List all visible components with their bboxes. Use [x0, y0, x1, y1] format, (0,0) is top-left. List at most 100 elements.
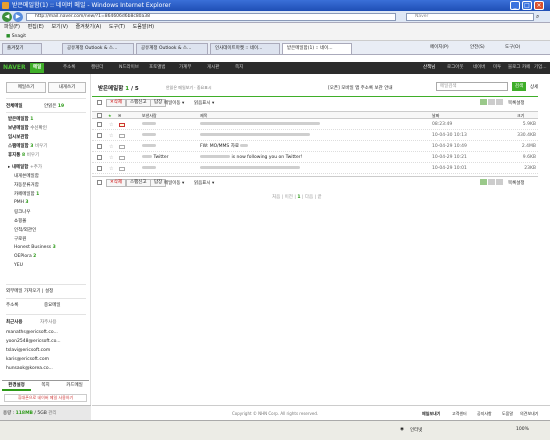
write-mail-button[interactable]: 메일쓰기: [6, 82, 46, 93]
folder-drafts[interactable]: 임시보관함: [8, 134, 29, 140]
select-all-checkbox-bottom[interactable]: [97, 180, 102, 185]
star-icon[interactable]: ☆: [109, 131, 113, 141]
folder-self[interactable]: 내게쓴메일함: [14, 173, 39, 179]
mail-row[interactable]: ☆ 10-04-30 10:13 330.4KB: [92, 131, 538, 141]
search-icon[interactable]: ⌕: [536, 13, 539, 21]
star-icon[interactable]: ☆: [109, 120, 113, 130]
folder-people[interactable]: 인척/외관인: [14, 227, 36, 233]
mail-search-input[interactable]: 메일검색: [436, 82, 508, 91]
folder-trash[interactable]: 휴지통 8 비우기: [8, 152, 39, 158]
mark-dropdown[interactable]: 읽음표시 ▾: [194, 100, 214, 106]
external-mail-link[interactable]: 외부메일 가져오기 | 설정: [6, 288, 53, 294]
minimize-button[interactable]: _: [510, 1, 520, 10]
view-list-icon[interactable]: [480, 99, 487, 105]
close-button[interactable]: ×: [534, 1, 544, 10]
subject[interactable]: is now following you on Twitter!: [200, 153, 302, 163]
star-icon[interactable]: ☆: [109, 153, 113, 163]
recent-contact[interactable]: tslavi@ericsoft.com: [6, 348, 50, 353]
list-settings[interactable]: 목록설정: [508, 100, 525, 106]
prev-page[interactable]: 이전: [285, 195, 293, 200]
gnb-contacts[interactable]: 주소록: [60, 63, 78, 73]
search-input[interactable]: Naver: [406, 13, 534, 21]
quota-link[interactable]: 관리: [48, 411, 56, 416]
maximize-button[interactable]: □: [522, 1, 532, 10]
row-checkbox[interactable]: [97, 144, 102, 149]
folder-cafe[interactable]: 카페메일함 1: [14, 191, 39, 197]
zoom-level[interactable]: 100%: [516, 427, 529, 432]
star-icon[interactable]: ☆: [109, 142, 113, 152]
star-icon[interactable]: ☆: [109, 164, 113, 174]
notice-link[interactable]: [오픈] 모바일 앱 주소록 보관 안내: [328, 85, 392, 91]
more-link[interactable]: 기업...: [531, 63, 550, 73]
footer-help[interactable]: 도움말: [502, 406, 513, 421]
favorites-tab[interactable]: 즐겨찾기: [2, 43, 42, 54]
gnb-note[interactable]: 쪽지: [232, 63, 246, 73]
settings-tab[interactable]: 환경설정: [2, 381, 31, 391]
mail-row[interactable]: ☆ 08:23:49 5.9KB: [92, 120, 538, 130]
gnb-mail[interactable]: 메일: [30, 63, 45, 73]
folder-guro[interactable]: 구로원: [14, 236, 26, 242]
recent-contact[interactable]: karis@ericsoft.com: [6, 357, 49, 362]
tools-menu[interactable]: 도구(O): [505, 44, 520, 50]
spam-button[interactable]: 스팸신고: [126, 99, 151, 107]
important-link[interactable]: 중요메일: [44, 302, 61, 308]
naver-link[interactable]: 네이버: [470, 63, 488, 73]
all-mail-link[interactable]: 전체메일: [6, 103, 23, 109]
recent-contact[interactable]: manaths@ericsoft.co...: [6, 330, 58, 335]
view-split-icon[interactable]: [488, 179, 495, 185]
folder-shopping[interactable]: 쇼핑몰: [14, 218, 26, 224]
row-checkbox[interactable]: [97, 155, 102, 160]
view-wide-icon[interactable]: [496, 99, 503, 105]
detail-search-link[interactable]: 상세: [530, 84, 538, 90]
last-page[interactable]: 끝: [318, 195, 322, 200]
footer-send[interactable]: 메일보내기: [422, 406, 440, 421]
folder-yeu[interactable]: YEU: [14, 263, 23, 268]
gnb-ndrive[interactable]: N드라이브: [116, 63, 142, 73]
move-dropdown[interactable]: 메일이동 ▾: [164, 100, 184, 106]
gnb-board[interactable]: 게시판: [204, 63, 222, 73]
view-list-icon[interactable]: [480, 179, 487, 185]
menu-favorites[interactable]: 즐겨찾기(A): [76, 24, 102, 30]
filter-links[interactable]: 안읽은 메일보기 · 중요표시: [166, 85, 212, 91]
card-tab[interactable]: 카드메일: [60, 381, 89, 391]
col-subject[interactable]: 제목: [200, 112, 207, 119]
logout-link[interactable]: 로그아웃: [444, 63, 467, 73]
delete-button[interactable]: ✕삭제: [106, 99, 127, 107]
address-input[interactable]: http://mail.naver.com/new/?1=864606d6b8c…: [26, 13, 396, 21]
snagit-link[interactable]: Snagit: [12, 34, 26, 39]
footer-notice[interactable]: 공지사항: [477, 406, 492, 421]
row-checkbox[interactable]: [97, 122, 102, 127]
page-menu[interactable]: 페이지(P): [430, 44, 449, 50]
menu-tools[interactable]: 도구(T): [109, 24, 125, 30]
gnb-account[interactable]: 가계부: [176, 63, 194, 73]
folder-inbox[interactable]: 받은메일함 1: [8, 116, 33, 122]
naver-logo[interactable]: NAVER: [3, 64, 26, 72]
mail-row[interactable]: ☆ FW: MO/MMS 자료 10-04-29 10:49 2.4MB: [92, 142, 538, 152]
col-size[interactable]: 크기: [517, 112, 524, 119]
note-tab[interactable]: 쪽지: [31, 381, 60, 391]
subject[interactable]: FW: MO/MMS 자료: [200, 142, 249, 152]
addressbook-link[interactable]: 주소록: [6, 302, 18, 308]
folder-pmh[interactable]: PMH 3: [14, 200, 29, 205]
folder-auto[interactable]: 자동분류거함: [14, 182, 39, 188]
tab-outlook-1[interactable]: 공유계정 Outlook & 스...: [62, 43, 134, 54]
current-page[interactable]: 1: [297, 195, 300, 200]
back-button[interactable]: ◀: [2, 12, 12, 22]
tab-market[interactable]: 인사데이트마켓 :: 네이...: [210, 43, 280, 54]
menu-edit[interactable]: 편집(E): [28, 24, 44, 30]
snagit-icon[interactable]: ■: [6, 34, 10, 39]
menu-help[interactable]: 도움말(H): [133, 24, 154, 30]
mobile-promo[interactable]: 휴대폰으로 네이버 메일 사용하기: [4, 394, 87, 402]
mark-dropdown-bottom[interactable]: 읽음표시 ▾: [194, 180, 214, 186]
mail-row[interactable]: ☆ 10-04-29 10:01 23KB: [92, 164, 538, 174]
forward-button[interactable]: ▶: [13, 12, 23, 22]
col-sender[interactable]: 보낸사람: [142, 112, 157, 119]
header-checkbox[interactable]: [97, 113, 102, 118]
delete-button-bottom[interactable]: ✕삭제: [106, 179, 127, 187]
folder-sent[interactable]: 보낸메일함 수신확인: [8, 125, 47, 131]
footer-feedback[interactable]: 의견보내기: [520, 406, 538, 421]
recent-contact[interactable]: yoon2548@ericsoft.co...: [6, 339, 61, 344]
mail-search-button[interactable]: 검색: [512, 82, 526, 91]
view-wide-icon[interactable]: [496, 179, 503, 185]
select-all-checkbox[interactable]: [97, 100, 102, 105]
